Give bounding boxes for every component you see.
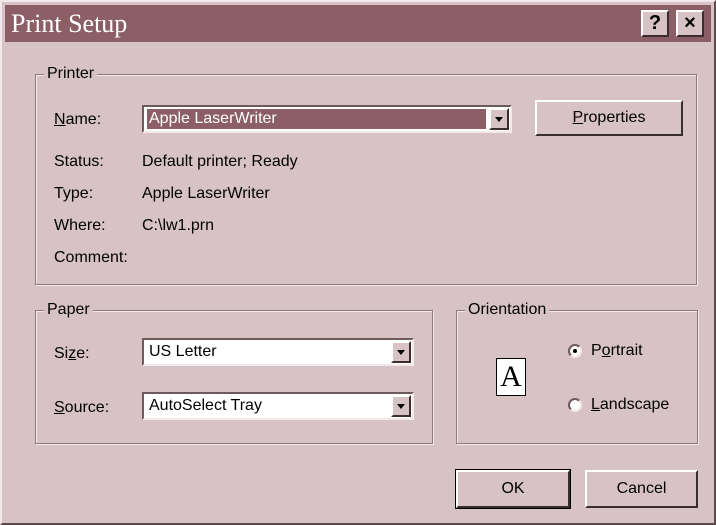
ok-button[interactable]: OK <box>455 469 571 509</box>
landscape-radio[interactable] <box>568 398 582 412</box>
title-bar[interactable]: Print Setup ? × <box>5 5 711 42</box>
portrait-label[interactable]: Portrait <box>591 341 643 361</box>
status-label: Status: <box>54 153 104 170</box>
printer-name-dropdown[interactable]: Apple LaserWriter <box>142 105 512 133</box>
help-button[interactable]: ? <box>641 10 669 37</box>
portrait-page-icon: A <box>496 358 526 396</box>
size-label: Size: <box>54 345 90 362</box>
paper-source-value: AutoSelect Tray <box>149 397 262 414</box>
paper-group: Paper <box>35 301 433 444</box>
landscape-label[interactable]: Landscape <box>591 395 669 415</box>
paper-size-value: US Letter <box>149 343 217 360</box>
type-label: Type: <box>54 185 94 202</box>
status-value: Default printer; Ready <box>142 153 298 170</box>
print-setup-dialog: Print Setup ? × Printer Name: Apple Lase… <box>0 0 716 525</box>
comment-label: Comment: <box>54 249 128 266</box>
where-value: C:\lw1.prn <box>142 217 215 234</box>
chevron-down-icon[interactable] <box>391 341 411 363</box>
paper-source-dropdown[interactable]: AutoSelect Tray <box>142 392 414 420</box>
properties-button[interactable]: Properties <box>535 100 683 136</box>
paper-size-dropdown[interactable]: US Letter <box>142 338 414 366</box>
close-button[interactable]: × <box>676 10 704 37</box>
source-label: Source: <box>54 399 110 416</box>
name-label: Name: <box>54 111 102 128</box>
paper-legend: Paper <box>44 301 93 319</box>
chevron-down-icon[interactable] <box>489 108 509 130</box>
window-title: Print Setup <box>11 9 128 38</box>
orientation-group: Orientation <box>456 301 698 444</box>
type-value: Apple LaserWriter <box>142 185 270 202</box>
printer-legend: Printer <box>44 65 98 83</box>
where-label: Where: <box>54 217 106 234</box>
portrait-radio[interactable] <box>568 344 582 358</box>
printer-name-value: Apple LaserWriter <box>147 109 486 129</box>
orientation-legend: Orientation <box>465 301 550 319</box>
cancel-button[interactable]: Cancel <box>585 470 698 508</box>
chevron-down-icon[interactable] <box>391 395 411 417</box>
